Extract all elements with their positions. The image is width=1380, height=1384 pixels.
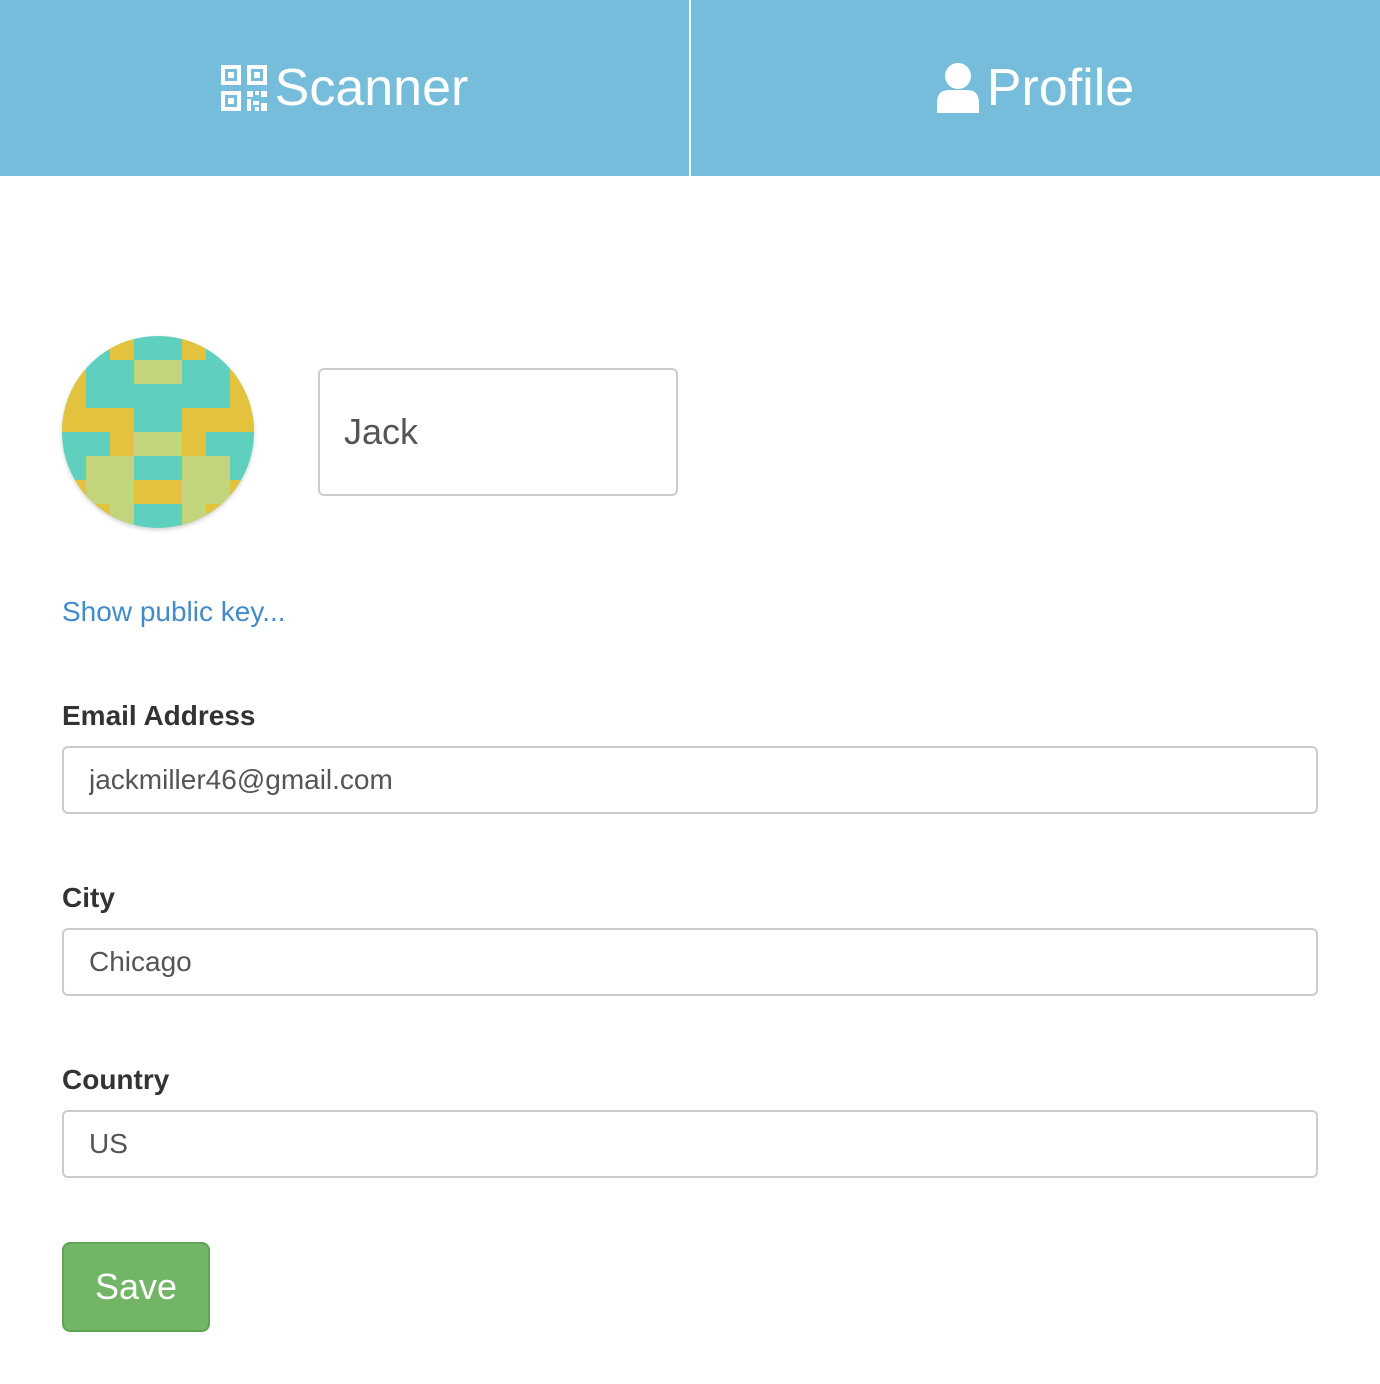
- tab-profile-label: Profile: [986, 59, 1135, 117]
- tab-scanner[interactable]: Scanner: [0, 0, 689, 176]
- avatar: [62, 336, 254, 528]
- user-icon: [936, 63, 979, 113]
- country-field[interactable]: [62, 1110, 1318, 1178]
- top-navigation: Scanner Profile: [0, 0, 1380, 176]
- qr-code-icon: [220, 65, 267, 111]
- city-field[interactable]: [62, 928, 1318, 996]
- tab-profile[interactable]: Profile: [689, 0, 1380, 176]
- show-public-key-link[interactable]: Show public key...: [62, 596, 286, 628]
- save-button[interactable]: Save: [62, 1242, 210, 1332]
- city-label: City: [62, 882, 115, 913]
- email-field[interactable]: [62, 746, 1318, 814]
- email-label: Email Address: [62, 700, 256, 731]
- country-label: Country: [62, 1064, 170, 1095]
- tab-scanner-label: Scanner: [274, 59, 469, 117]
- name-input[interactable]: [318, 368, 678, 496]
